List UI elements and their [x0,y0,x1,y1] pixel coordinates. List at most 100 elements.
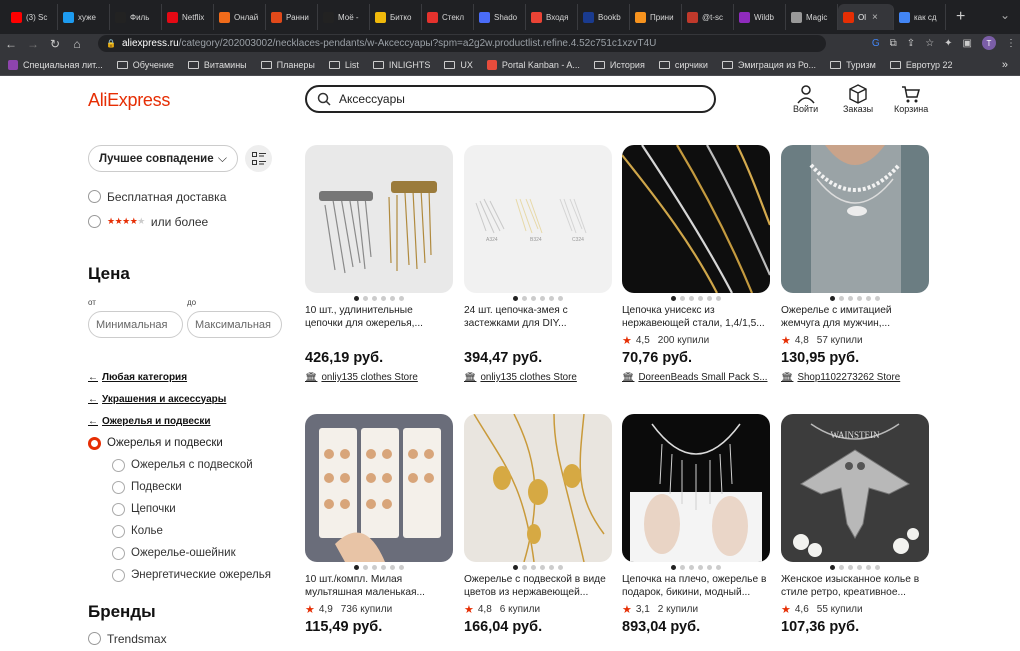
free-shipping-filter[interactable]: Бесплатная доставка [88,184,288,209]
carousel-dot[interactable] [390,296,395,301]
radio[interactable] [112,458,125,472]
carousel-dot[interactable] [540,565,545,570]
product-title[interactable]: Ожерелье с имитацией жемчуга для мужчин,.… [781,304,929,330]
product-title[interactable]: Ожерелье с подвеской в виде цветов из нер… [464,573,612,599]
new-tab-button[interactable]: + [956,8,965,26]
browser-tab[interactable]: (3) Sc [6,4,58,30]
carousel-dot[interactable] [399,565,404,570]
bookmark-item[interactable]: Эмиграция из Ро... [721,60,816,70]
product-image[interactable] [305,414,453,562]
carousel-dot[interactable] [354,296,359,301]
bookmark-item[interactable]: Portal Kanban - A... [486,59,580,70]
bookmark-item[interactable]: Планеры [260,60,315,70]
current-category-link[interactable]: ← Ожерелья и подвески [88,410,288,432]
browser-tab[interactable]: Ol × [838,4,894,30]
carousel-dot[interactable] [857,296,862,301]
browser-tab[interactable]: Стекл [422,4,474,30]
subcategory-item[interactable]: Цепочки [88,498,288,520]
bookmark-item[interactable]: История [593,60,645,70]
product-card[interactable]: Ожерелье с имитацией жемчуга для мужчин,.… [781,145,929,383]
carousel-dot[interactable] [839,296,844,301]
carousel-dot[interactable] [875,296,880,301]
product-card[interactable]: 10 шт./компл. Милая мультяшная маленькая.… [305,414,453,635]
home-icon[interactable]: ⌂ [66,37,88,51]
address-bar[interactable]: 🔒 aliexpress.ru/category/202003002/neckl… [98,35,826,52]
carousel-dot[interactable] [680,296,685,301]
aliexpress-logo[interactable]: AliExpress [88,90,170,111]
browser-tab[interactable]: хуже [58,4,110,30]
bookmark-item[interactable]: INLIGHTS [372,60,430,70]
browser-tab[interactable]: Wildb [734,4,786,30]
browser-tab[interactable]: Bookb [578,4,630,30]
browser-tab[interactable]: Битко [370,4,422,30]
share-icon[interactable]: ⇪ [907,38,915,49]
bookmark-star-icon[interactable]: ☆ [925,38,934,49]
browser-tab[interactable]: Ранни [266,4,318,30]
browser-tab[interactable]: Magic [786,4,838,30]
selected-category[interactable]: Ожерелья и подвески [88,432,288,454]
carousel-dot[interactable] [689,296,694,301]
carousel-dot[interactable] [363,565,368,570]
carousel-dot[interactable] [680,565,685,570]
google-extension-icon[interactable]: G [872,38,880,49]
radio[interactable] [112,568,125,582]
carousel-dot[interactable] [671,565,676,570]
browser-tab[interactable]: Филь [110,4,162,30]
product-image[interactable]: A324 B324 C324 [464,145,612,293]
product-title[interactable]: Цепочка унисекс из нержавеющей стали, 1,4… [622,304,770,330]
any-category-link[interactable]: ← Любая категория [88,366,288,388]
carousel-dot[interactable] [558,565,563,570]
carousel-dot[interactable] [513,296,518,301]
bookmark-item[interactable]: List [328,60,359,70]
carousel-dot[interactable] [522,296,527,301]
search-input[interactable]: Аксессуары [305,85,716,113]
bookmark-item[interactable]: сирчики [658,60,708,70]
carousel-dot[interactable] [372,565,377,570]
carousel-dot[interactable] [830,565,835,570]
product-image[interactable]: WAINSTEIN [781,414,929,562]
radio[interactable] [112,480,125,494]
view-toggle-button[interactable] [245,145,272,172]
bookmark-item[interactable]: Специальная лит... [8,59,103,70]
browser-tab[interactable]: @t-sc [682,4,734,30]
carousel-dot[interactable] [549,565,554,570]
product-title[interactable]: 10 шт./компл. Милая мультяшная маленькая.… [305,573,453,599]
product-card[interactable]: WAINSTEIN Женское изысканное колье в стиле… [781,414,929,635]
forward-icon[interactable]: → [22,37,44,51]
subcategory-item[interactable]: Энергетические ожерелья [88,564,288,586]
carousel-dot[interactable] [875,565,880,570]
checkbox[interactable] [88,190,101,203]
radio[interactable] [112,502,125,516]
carousel-dot[interactable] [671,296,676,301]
cart-button[interactable]: Корзина [894,84,928,114]
bookmark-item[interactable]: UX [444,60,473,70]
product-title[interactable]: Цепочка на плечо, ожерелье в подарок, бик… [622,573,770,599]
product-title[interactable]: Женское изысканное колье в стиле ретро, к… [781,573,929,599]
browser-tab[interactable]: Shado [474,4,526,30]
store-link[interactable]: 🏛 Shop1102273262 Store [781,372,929,383]
subcategory-item[interactable]: Ожерелье-ошейник [88,542,288,564]
menu-icon[interactable]: ⋮ [1006,38,1016,49]
product-title[interactable]: 24 шт. цепочка-змея с застежками для DIY.… [464,304,612,330]
bookmark-item[interactable]: Евротур 22 [889,60,953,70]
rating-filter[interactable]: ★★★★★ или более [88,209,288,234]
radio[interactable] [112,524,125,538]
product-image[interactable] [464,414,612,562]
profile-avatar[interactable]: T [982,36,996,50]
carousel-dot[interactable] [866,565,871,570]
carousel-dot[interactable] [549,296,554,301]
bookmark-item[interactable]: Витамины [187,60,247,70]
store-link[interactable]: 🏛 onliy135 clothes Store [305,372,453,383]
close-icon[interactable]: × [872,12,878,23]
product-card[interactable]: A324 B324 C324 24 шт. цепочка-змея с застежк… [464,145,612,383]
carousel-dot[interactable] [707,296,712,301]
translate-icon[interactable]: ⧉ [890,38,897,49]
browser-tab[interactable]: Моё - [318,4,370,30]
orders-button[interactable]: Заказы [843,84,873,114]
product-card[interactable]: Цепочка унисекс из нержавеющей стали, 1,4… [622,145,770,383]
sidepanel-icon[interactable]: ▣ [963,38,972,49]
carousel-dot[interactable] [866,296,871,301]
browser-tab[interactable]: Прини [630,4,682,30]
carousel-dot[interactable] [390,565,395,570]
carousel-dot[interactable] [531,296,536,301]
